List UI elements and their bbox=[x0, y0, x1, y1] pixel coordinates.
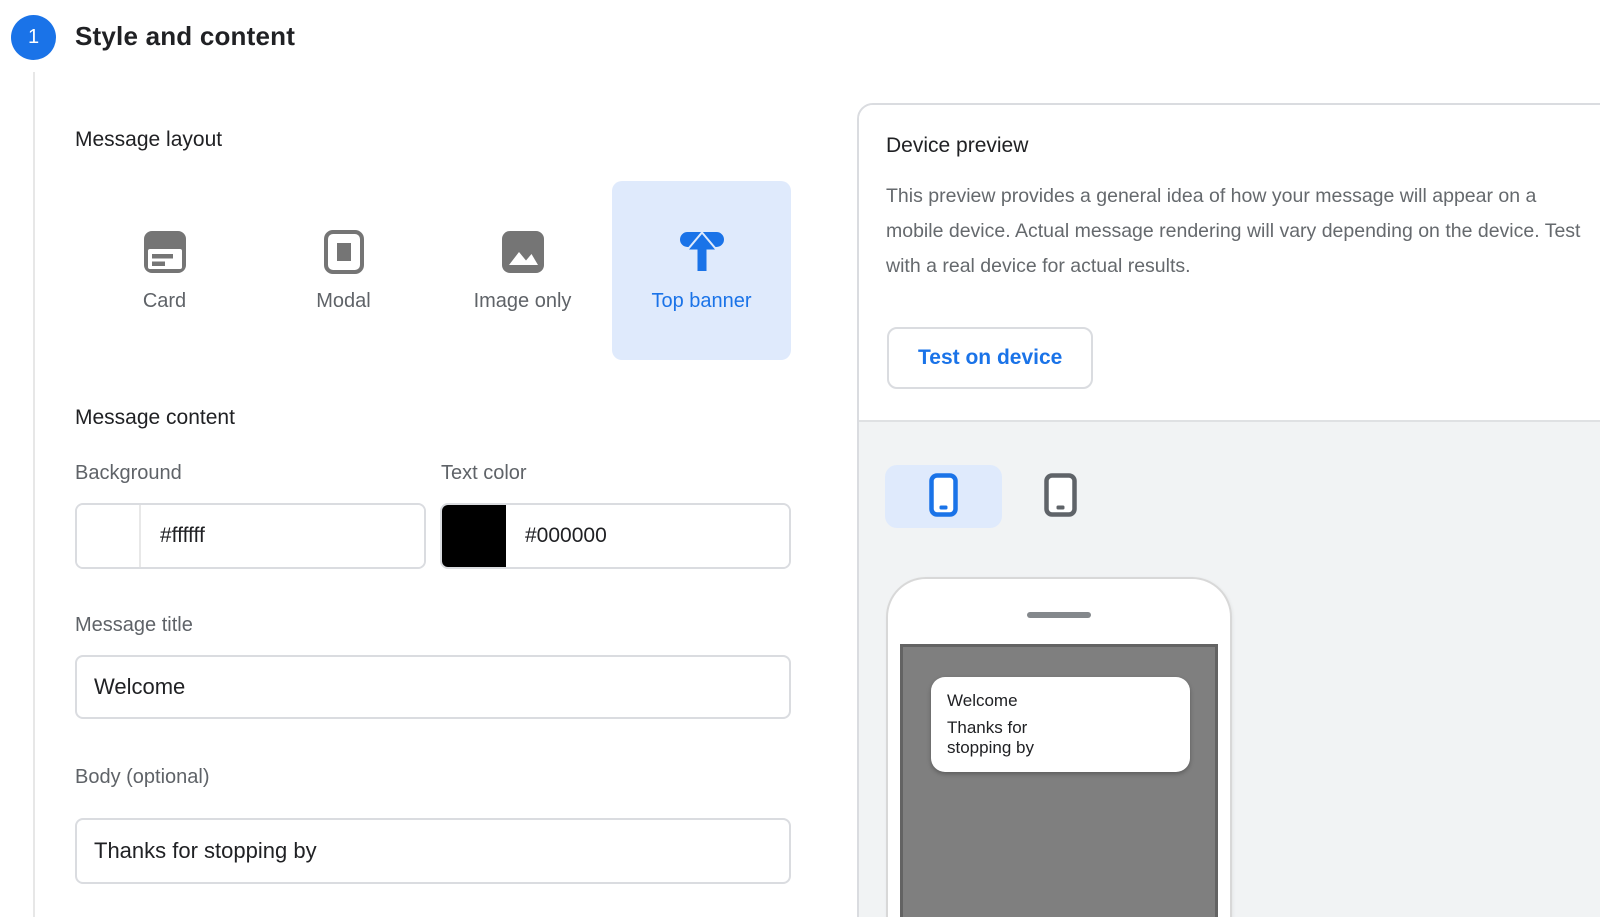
text-color-field-label: Text color bbox=[441, 462, 527, 485]
layout-option-label: Image only bbox=[474, 290, 572, 313]
device-preview-description: This preview provides a general idea of … bbox=[886, 179, 1586, 284]
device-preview-canvas: Welcome Thanks for stopping by bbox=[859, 420, 1600, 917]
modal-layout-icon bbox=[320, 228, 368, 276]
preview-banner-body: Thanks for stopping by bbox=[947, 718, 1067, 758]
layout-option-card[interactable]: Card bbox=[75, 181, 254, 360]
phone-toggle-button[interactable] bbox=[885, 465, 1002, 528]
preview-banner-title: Welcome bbox=[947, 691, 1174, 711]
background-color-swatch[interactable] bbox=[77, 505, 141, 567]
body-input[interactable] bbox=[75, 818, 791, 884]
image-only-layout-icon bbox=[499, 228, 547, 276]
message-title-label: Message title bbox=[75, 614, 193, 637]
text-color-swatch[interactable] bbox=[442, 505, 506, 567]
device-preview-header: Device preview This preview provides a g… bbox=[859, 105, 1600, 420]
tablet-icon bbox=[1044, 473, 1077, 520]
step-number: 1 bbox=[28, 26, 39, 49]
body-field-label: Body (optional) bbox=[75, 766, 210, 789]
message-content-label: Message content bbox=[75, 406, 235, 430]
style-and-content-step-page: 1 Style and content Message layout Card bbox=[0, 0, 1600, 917]
background-color-input[interactable] bbox=[141, 505, 424, 567]
message-title-input[interactable] bbox=[75, 655, 791, 719]
layout-option-label: Modal bbox=[316, 290, 370, 313]
layout-option-image-only[interactable]: Image only bbox=[433, 181, 612, 360]
stepper-line bbox=[33, 72, 35, 917]
text-color-input[interactable] bbox=[506, 505, 789, 567]
phone-screen: Welcome Thanks for stopping by bbox=[900, 644, 1218, 917]
layout-option-label: Card bbox=[143, 290, 186, 313]
background-field-label: Background bbox=[75, 462, 182, 485]
step-number-badge: 1 bbox=[11, 15, 56, 60]
message-layout-label: Message layout bbox=[75, 128, 222, 152]
style-form: Message layout Card bbox=[75, 0, 791, 917]
test-on-device-button[interactable]: Test on device bbox=[887, 327, 1093, 389]
phone-icon bbox=[929, 473, 958, 520]
layout-option-top-banner[interactable]: Top banner bbox=[612, 181, 791, 360]
preview-banner: Welcome Thanks for stopping by bbox=[931, 677, 1190, 772]
tablet-toggle-button[interactable] bbox=[1002, 465, 1119, 528]
text-color-control bbox=[440, 503, 791, 569]
message-layout-options: Card Modal Image only bbox=[75, 181, 791, 360]
phone-mockup: Welcome Thanks for stopping by bbox=[886, 577, 1232, 917]
background-color-control bbox=[75, 503, 426, 569]
layout-option-label: Top banner bbox=[651, 290, 751, 313]
layout-option-modal[interactable]: Modal bbox=[254, 181, 433, 360]
card-layout-icon bbox=[141, 228, 189, 276]
top-banner-layout-icon bbox=[678, 228, 726, 276]
device-toggle bbox=[885, 465, 1119, 528]
device-preview-title: Device preview bbox=[886, 134, 1028, 158]
phone-speaker-bar bbox=[1027, 612, 1091, 618]
device-preview-card: Device preview This preview provides a g… bbox=[857, 103, 1600, 917]
